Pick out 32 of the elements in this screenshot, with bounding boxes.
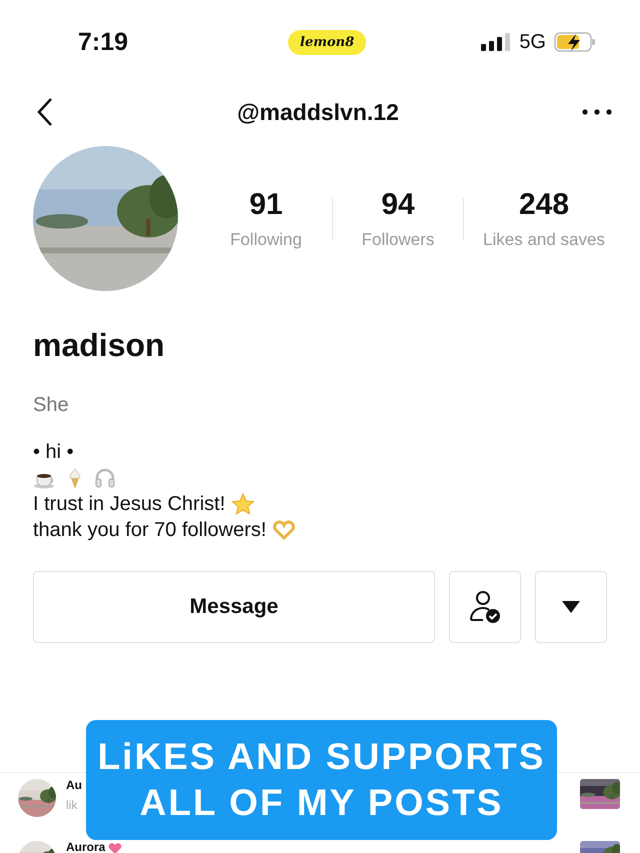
headphones-icon: [93, 466, 117, 490]
battery-icon: [554, 32, 596, 52]
user-name: Aurora: [66, 841, 106, 853]
status-time: 7:19: [78, 28, 130, 56]
dropdown-button[interactable]: [535, 571, 607, 643]
stat-label: Followers: [362, 230, 434, 250]
bio-line: thank you for 70 followers!: [33, 518, 266, 542]
banner-text: LiKES AND SUPPORTS: [98, 735, 546, 779]
user-name: Au: [66, 779, 82, 792]
banner-text: ALL OF MY POSTS: [140, 781, 504, 825]
stat-label: Likes and saves: [483, 230, 605, 250]
back-icon[interactable]: [36, 97, 54, 127]
network-label: 5G: [519, 30, 546, 54]
user-check-icon: [469, 590, 501, 624]
stat-count: 248: [518, 188, 570, 222]
bio-line: • hi •: [33, 440, 74, 464]
stat-count: 94: [381, 188, 415, 222]
pronouns: She: [33, 394, 70, 417]
heart-hands-icon: [272, 518, 296, 542]
following-button[interactable]: [449, 571, 521, 643]
stat-count: 91: [249, 188, 283, 222]
display-name: madison: [33, 327, 166, 364]
message-button[interactable]: Message: [33, 571, 435, 643]
profile-username: @maddslvn.12: [236, 98, 400, 126]
stat-label: Following: [230, 230, 302, 250]
bio-line: I trust in Jesus Christ!: [33, 492, 226, 516]
star-icon: [231, 492, 256, 516]
activity-text: lik: [66, 798, 78, 812]
caret-icon: [562, 601, 580, 613]
signal-icon: [481, 33, 512, 51]
more-icon[interactable]: [582, 109, 612, 115]
app-badge: lemon8: [288, 30, 366, 54]
